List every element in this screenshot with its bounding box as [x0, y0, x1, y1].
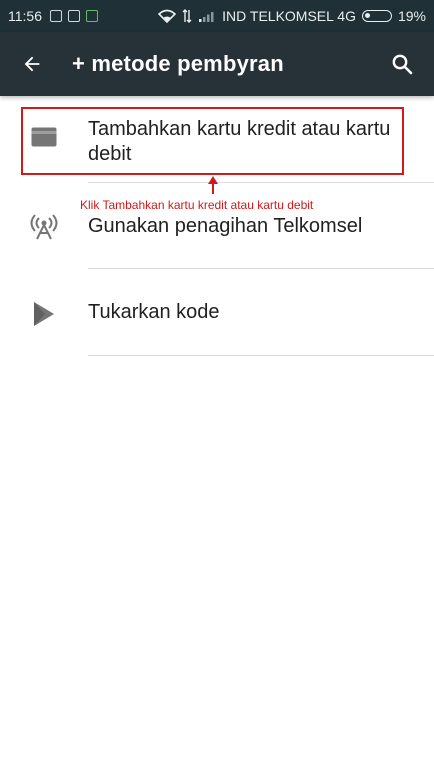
annotation-note: Klik Tambahkan kartu kredit atau kartu d…: [80, 198, 314, 212]
list-item-add-card[interactable]: Tambahkan kartu kredit atau kartu debit: [0, 96, 434, 183]
status-time: 11:56: [8, 8, 42, 24]
battery-icon: [361, 10, 392, 22]
carrier-name: IND TELKOMSEL 4G: [222, 8, 356, 24]
app-bar: + metode pembyran: [0, 32, 434, 96]
play-store-icon: [30, 300, 58, 328]
cell-tower-icon: [30, 213, 58, 241]
list-item-label: Gunakan penagihan Telkomsel: [88, 215, 363, 237]
page-title: + metode pembyran: [72, 51, 284, 76]
notification-icon: [50, 10, 62, 22]
search-icon: [392, 54, 413, 75]
divider: [88, 355, 434, 356]
list-item-label: Tambahkan kartu kredit atau kartu debit: [88, 118, 391, 165]
status-right: IND TELKOMSEL 4G 19%: [158, 8, 426, 24]
battery-percentage: 19%: [397, 8, 426, 24]
credit-card-icon: [30, 123, 58, 151]
gallery-notification-icon: [68, 10, 80, 22]
arrow-left-icon: [24, 56, 40, 72]
wifi-icon: [158, 9, 177, 23]
annotation-arrow-line: [212, 183, 214, 194]
signal-icon: [199, 12, 214, 22]
back-button[interactable]: [16, 48, 48, 80]
list-item-redeem-code[interactable]: Tukarkan kode: [0, 269, 434, 356]
list-item-telkomsel-billing[interactable]: Gunakan penagihan Telkomsel: [0, 183, 434, 269]
status-bar: 11:56 IND TELKOMSEL 4G 19%: [0, 0, 434, 32]
search-button[interactable]: [386, 48, 418, 80]
payment-method-list: Tambahkan kartu kredit atau kartu debit …: [0, 96, 434, 356]
data-transfer-icon: [182, 9, 192, 23]
list-item-label: Tukarkan kode: [88, 301, 220, 323]
app-notification-icon: [86, 10, 98, 22]
